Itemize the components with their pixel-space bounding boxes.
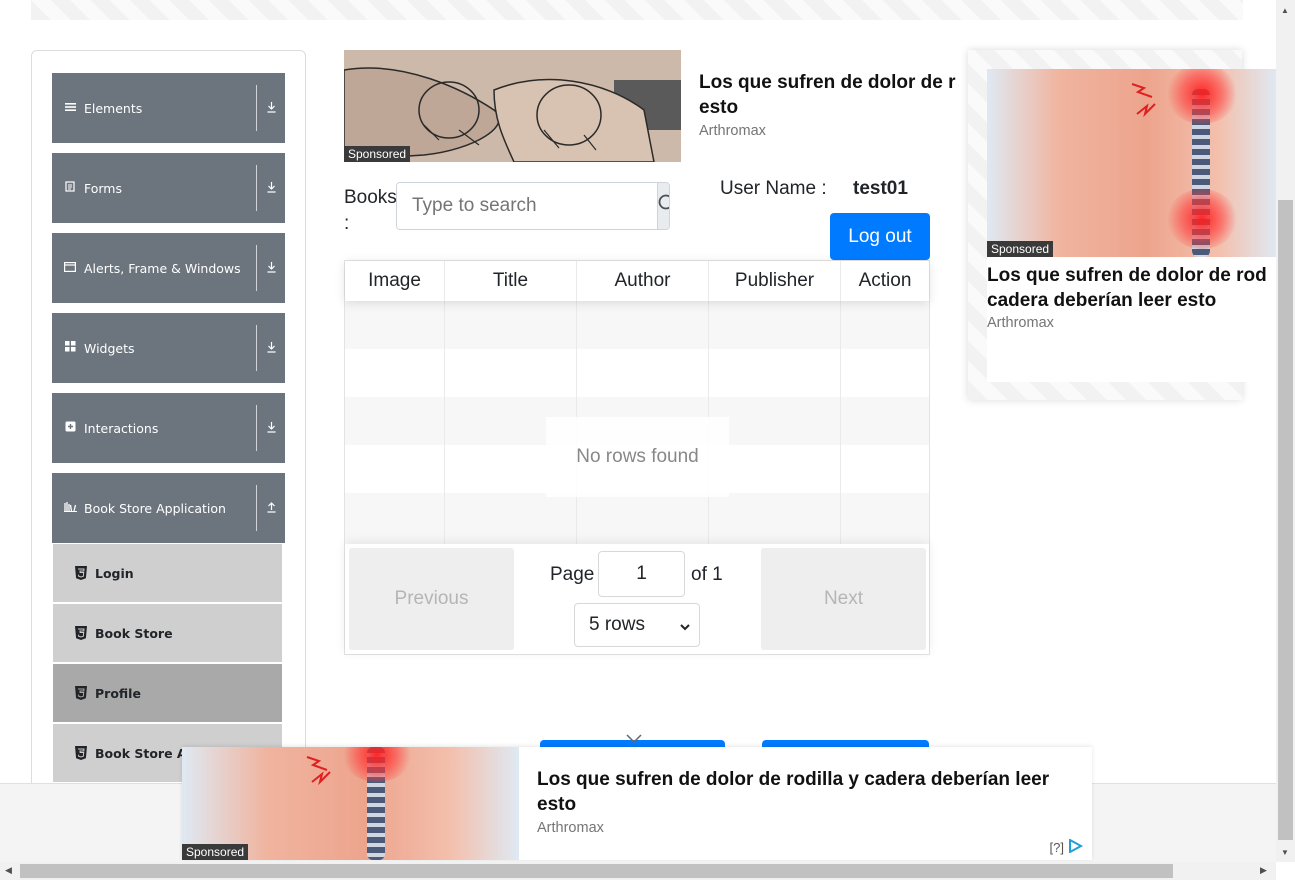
scrollbar-thumb[interactable]: [1278, 200, 1293, 840]
top-ad-banner[interactable]: [31, 0, 1243, 20]
adchoices-icon: [1068, 838, 1084, 856]
menu-item-login[interactable]: Login: [53, 544, 282, 602]
page-label: Page: [550, 564, 595, 585]
group-interactions[interactable]: Interactions: [52, 393, 285, 463]
ad-source: Arthromax: [699, 123, 766, 139]
menu-item-label: Book Store: [95, 625, 173, 641]
group-book-store-application[interactable]: Book Store Application: [52, 473, 285, 543]
group-label: Interactions: [84, 420, 159, 436]
ad-back-pain-image: Sponsored: [182, 747, 519, 860]
scroll-down-icon[interactable]: ▼: [1281, 848, 1289, 857]
previous-button[interactable]: Previous: [349, 548, 514, 650]
download-arrow-icon: [257, 341, 285, 356]
table-row: [345, 493, 929, 544]
html5-icon: [71, 744, 91, 762]
column-header-publisher[interactable]: Publisher: [709, 261, 841, 301]
page-total-label: of 1: [691, 564, 723, 585]
upload-arrow-icon: [257, 501, 285, 516]
ad-title[interactable]: Los que sufren de dolor de rod cadera de…: [987, 263, 1277, 313]
download-arrow-icon: [257, 261, 285, 276]
html5-icon: [71, 564, 91, 582]
sponsored-badge: Sponsored: [344, 146, 411, 162]
vertical-scrollbar[interactable]: ▲ ▼: [1276, 0, 1295, 862]
html5-icon: [71, 684, 91, 702]
download-arrow-icon: [257, 181, 285, 196]
search-button[interactable]: [657, 183, 669, 229]
no-rows-message: No rows found: [546, 417, 729, 497]
menu-item-label: Login: [95, 565, 134, 581]
ad-title[interactable]: Los que sufren de dolor de r esto: [699, 70, 969, 120]
grid-icon: [56, 341, 84, 355]
ad-back-pain-image: Sponsored: [987, 69, 1277, 257]
table-row: [345, 349, 929, 397]
table-row: [345, 301, 929, 349]
page: Elements Forms Alerts, Frame & Windows W…: [0, 0, 1295, 880]
group-forms[interactable]: Forms: [52, 153, 285, 223]
group-label: Book Store Application: [84, 500, 226, 516]
books-icon: [56, 501, 84, 515]
scroll-left-icon[interactable]: ◀: [5, 865, 12, 876]
hamburger-icon: [56, 102, 84, 115]
next-button[interactable]: Next: [761, 548, 926, 650]
page-number-input[interactable]: 1: [598, 551, 685, 597]
sponsored-badge: Sponsored: [987, 241, 1054, 257]
chevron-down-icon: [679, 617, 691, 639]
window-icon: [56, 261, 84, 275]
scrollbar-thumb[interactable]: [20, 864, 1173, 878]
ad-title[interactable]: Los que sufren de dolor de rodilla y cad…: [537, 767, 1087, 817]
sponsored-badge: Sponsored: [182, 844, 249, 860]
horizontal-scrollbar[interactable]: ◀ ▶: [0, 862, 1276, 880]
interaction-icon: [56, 421, 84, 435]
ad-knee-image[interactable]: Sponsored: [344, 50, 681, 162]
scroll-up-icon[interactable]: ▲: [1281, 6, 1289, 15]
ad-choices[interactable]: [?]: [1050, 838, 1084, 856]
rows-per-page-select[interactable]: 5 rows: [574, 603, 700, 647]
search-icon: [658, 194, 669, 219]
user-name-value: test01: [853, 178, 908, 199]
ad-source: Arthromax: [987, 315, 1054, 331]
scroll-right-icon[interactable]: ▶: [1260, 865, 1267, 876]
download-arrow-icon: [257, 101, 285, 116]
left-panel: Elements Forms Alerts, Frame & Windows W…: [31, 50, 306, 790]
download-arrow-icon: [257, 421, 285, 436]
menu-item-profile[interactable]: Profile: [53, 664, 282, 722]
column-header-action[interactable]: Action: [841, 261, 929, 301]
search-input[interactable]: [397, 183, 657, 229]
table-header: Image Title Author Publisher Action: [345, 261, 929, 301]
right-ad[interactable]: Sponsored Los que sufren de dolor de rod…: [987, 69, 1277, 382]
books-label: Books :: [344, 187, 397, 234]
group-label: Forms: [84, 180, 123, 196]
search-box: [396, 182, 670, 230]
group-label: Elements: [84, 100, 143, 116]
ad-source: Arthromax: [537, 820, 604, 836]
books-table: Image Title Author Publisher Action No r…: [344, 260, 930, 655]
column-header-author[interactable]: Author: [577, 261, 709, 301]
logout-button[interactable]: Log out: [830, 213, 930, 260]
group-elements[interactable]: Elements: [52, 73, 285, 143]
pagination: Previous Page 1 of 1 5 rows Next: [345, 544, 929, 654]
bottom-ad[interactable]: Sponsored Los que sufren de dolor de rod…: [182, 747, 1092, 860]
column-header-title[interactable]: Title: [445, 261, 577, 301]
group-label: Alerts, Frame & Windows: [84, 260, 241, 276]
group-widgets[interactable]: Widgets: [52, 313, 285, 383]
group-label: Widgets: [84, 340, 135, 356]
group-alerts-frame-windows[interactable]: Alerts, Frame & Windows: [52, 233, 285, 303]
menu-item-book-store[interactable]: Book Store: [53, 604, 282, 662]
document-icon: [56, 181, 84, 195]
column-header-image[interactable]: Image: [345, 261, 445, 301]
html5-icon: [71, 624, 91, 642]
menu-item-label: Profile: [95, 685, 141, 701]
user-name-label: User Name :: [720, 178, 827, 199]
